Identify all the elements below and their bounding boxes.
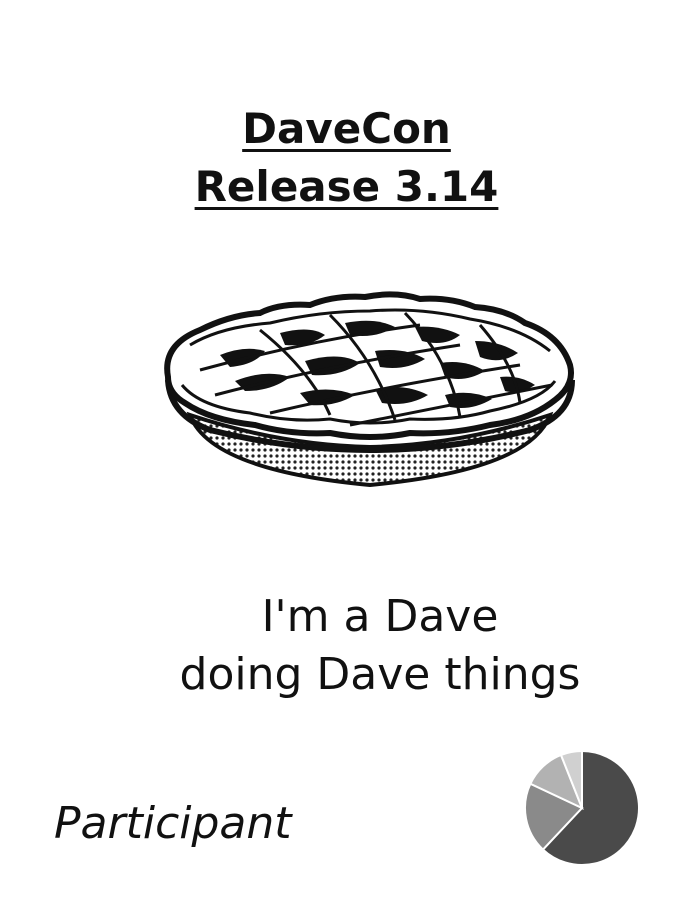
badge-title: DaveCon Release 3.14	[0, 100, 693, 216]
pie-chart	[524, 749, 640, 866]
release-version: Release 3.14	[194, 162, 499, 211]
badge-tagline: I'm a Dave doing Dave things	[140, 588, 620, 704]
event-name: DaveCon	[242, 104, 451, 153]
role-label: Participant	[54, 798, 292, 849]
lattice-pie-icon	[164, 291, 575, 488]
tagline-line-2: doing Dave things	[179, 649, 581, 700]
tagline-line-1: I'm a Dave	[261, 591, 499, 642]
